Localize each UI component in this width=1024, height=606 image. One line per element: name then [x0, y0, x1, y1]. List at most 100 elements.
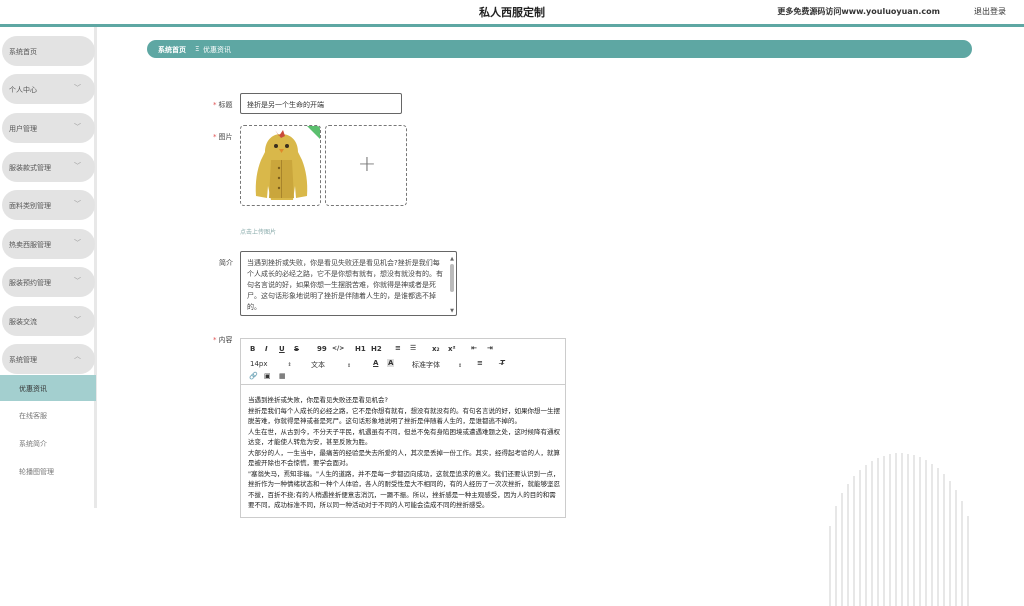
uploaded-image[interactable]	[240, 125, 321, 206]
decorative-circle	[829, 453, 969, 606]
title-label: * 标题	[213, 100, 233, 110]
sidebar-item-label: 个人中心	[9, 86, 37, 94]
font-family-select[interactable]: 标准字体 ⇕	[412, 360, 462, 370]
sidebar-item-exchange[interactable]: 服装交流 ﹀	[2, 306, 95, 336]
editor-paragraph: 大部分的人，一生当中，最痛苦的经验是失去所爱的人，其次是丢掉一份工作。其实，经得…	[248, 448, 560, 468]
font-family-value: 标准字体	[412, 361, 440, 369]
paragraph-value: 文本	[311, 361, 325, 369]
editor-paragraph: 人生在世，从古到今，不分天子平民，机遇虽有不同，但总不免有身陷困境或遭遇难题之处…	[248, 427, 560, 447]
superscript-button[interactable]: x²	[448, 345, 456, 353]
outdent-button[interactable]: ⇤	[471, 344, 477, 352]
align-icon[interactable]: ≡	[477, 359, 483, 367]
submenu-item-label: 系统简介	[19, 440, 47, 448]
bullet-list-button[interactable]: ☰	[410, 344, 416, 352]
clear-format-icon[interactable]: T̶	[500, 359, 505, 367]
h1-button[interactable]: H1	[355, 345, 366, 353]
submenu-item-customer-service[interactable]: 在线客服	[0, 402, 96, 428]
link-icon[interactable]: 🔗	[249, 372, 258, 380]
sidebar-item-user-management[interactable]: 用户管理 ﹀	[2, 113, 95, 143]
content-label-text: 内容	[218, 336, 233, 344]
scrollbar-thumb[interactable]	[450, 264, 454, 292]
required-mark: *	[213, 133, 217, 141]
image-upload-button[interactable]: +	[325, 125, 407, 206]
chevron-down-icon: ﹀	[74, 123, 81, 131]
sidebar-item-system-management[interactable]: 系统管理 ︿	[2, 344, 95, 374]
intro-textarea[interactable]: 当遇到挫折或失败，你是看见失败还是看见机会?挫折是我们每个人成长的必经之路，它不…	[240, 251, 457, 316]
editor-paragraph: 当遇到挫折或失败，你是看见失败还是看见机会?	[248, 396, 388, 404]
chevron-down-icon: ﹀	[74, 277, 81, 285]
submenu-item-carousel[interactable]: 轮播图管理	[0, 458, 96, 484]
breadcrumb-current: 优惠资讯	[203, 46, 231, 54]
sidebar-item-home[interactable]: 系统首页	[2, 36, 95, 66]
sidebar-item-label: 服装交流	[9, 318, 37, 326]
rich-text-editor[interactable]: B I U S 99 </> H1 H2 ≡ ☰ x₂ x² ⇤ ⇥ 14px ⇕…	[240, 338, 566, 518]
font-size-value: 14px	[250, 360, 268, 368]
submenu-item-system-intro[interactable]: 系统简介	[0, 430, 96, 456]
raincoat-image	[255, 126, 320, 200]
intro-label: 简介	[219, 259, 233, 267]
editor-content[interactable]: 当遇到挫折或失败，你是看见失败还是看见机会? 挫折是我们每个人成长的必经之路，它…	[248, 395, 560, 511]
subscript-button[interactable]: x₂	[432, 345, 440, 353]
chevron-down-icon: ﹀	[74, 162, 81, 170]
required-mark: *	[213, 101, 217, 109]
image-label: * 图片	[213, 132, 233, 142]
editor-paragraph: "塞翁失马，焉知非福。"人生的道路，并不是每一步都迈向成功，这就是追求的意义。我…	[248, 469, 560, 510]
sidebar: 系统首页 个人中心 ﹀ 用户管理 ﹀ 服装款式管理 ﹀ 面料类别管理 ﹀ 热卖西…	[0, 27, 97, 508]
sidebar-item-appointments[interactable]: 服装预约管理 ﹀	[2, 267, 95, 297]
title-input[interactable]: 挫折是另一个生命的开端	[240, 93, 402, 114]
paragraph-select[interactable]: 文本 ⇕	[311, 360, 351, 370]
font-color-icon[interactable]: A	[373, 359, 378, 367]
intro-text: 当遇到挫折或失败，你是看见失败还是看见机会?挫折是我们每个人成长的必经之路，它不…	[247, 259, 443, 311]
sidebar-item-label: 系统管理	[9, 356, 37, 364]
scroll-down-icon[interactable]: ▼	[449, 306, 455, 315]
sidebar-item-label: 用户管理	[9, 125, 37, 133]
strike-button[interactable]: S	[294, 345, 299, 353]
plus-icon: +	[357, 152, 377, 177]
bold-button[interactable]: B	[250, 345, 255, 353]
editor-paragraph: 挫折是我们每个人成长的必经之路，它不是你想有就有，想没有就没有的。有句名言说的好…	[248, 406, 560, 426]
video-icon[interactable]: ▦	[279, 372, 286, 380]
select-arrows-icon: ⇕	[347, 363, 352, 369]
select-arrows-icon: ⇕	[287, 362, 292, 368]
font-size-select[interactable]: 14px ⇕	[250, 360, 292, 368]
background-color-icon[interactable]: A	[387, 359, 395, 367]
image-icon[interactable]: ▣	[264, 372, 271, 380]
content-label: * 内容	[213, 335, 233, 345]
image-label-text: 图片	[218, 133, 233, 141]
underline-button[interactable]: U	[279, 345, 285, 353]
logout-link[interactable]: 退出登录	[974, 6, 1006, 17]
italic-button[interactable]: I	[265, 345, 268, 353]
sidebar-item-label: 服装预约管理	[9, 279, 51, 287]
breadcrumb: 系统首页 Ξ 优惠资讯	[147, 40, 972, 58]
submenu-item-discounts[interactable]: 优惠资讯	[0, 375, 96, 401]
code-button[interactable]: </>	[332, 345, 344, 352]
chevron-down-icon: ﹀	[74, 316, 81, 324]
quote-button[interactable]: 99	[317, 345, 327, 353]
select-arrows-icon: ⇕	[458, 363, 463, 369]
sidebar-item-label: 服装款式管理	[9, 164, 51, 172]
chevron-up-icon: ︿	[74, 352, 81, 360]
upload-hint[interactable]: 点击上传图片	[240, 227, 276, 236]
editor-toolbar: B I U S 99 </> H1 H2 ≡ ☰ x₂ x² ⇤ ⇥ 14px ⇕…	[241, 339, 565, 385]
sidebar-item-style-management[interactable]: 服装款式管理 ﹀	[2, 152, 95, 182]
sidebar-item-label: 系统首页	[9, 48, 37, 56]
h2-button[interactable]: H2	[371, 345, 382, 353]
sidebar-item-fabric-management[interactable]: 面料类别管理 ﹀	[2, 190, 95, 220]
chevron-down-icon: ﹀	[74, 200, 81, 208]
sidebar-item-hot-suits[interactable]: 热卖西服管理 ﹀	[2, 229, 95, 259]
indent-button[interactable]: ⇥	[487, 344, 493, 352]
chevron-down-icon: ﹀	[74, 84, 81, 92]
sidebar-item-personal-center[interactable]: 个人中心 ﹀	[2, 74, 95, 104]
ordered-list-button[interactable]: ≡	[395, 344, 401, 352]
sidebar-item-label: 热卖西服管理	[9, 241, 51, 249]
top-bar: 私人西服定制 更多免费源码访问www.youluoyuan.com 退出登录	[0, 0, 1024, 24]
submenu-item-label: 优惠资讯	[19, 385, 47, 393]
submenu-item-label: 在线客服	[19, 412, 47, 420]
title-label-text: 标题	[218, 101, 233, 109]
promo-text[interactable]: 更多免费源码访问www.youluoyuan.com	[777, 6, 940, 17]
required-mark: *	[213, 336, 217, 344]
header-divider	[0, 24, 1024, 27]
breadcrumb-home[interactable]: 系统首页	[158, 45, 186, 55]
chevron-down-icon: ﹀	[74, 239, 81, 247]
sidebar-item-label: 面料类别管理	[9, 202, 51, 210]
